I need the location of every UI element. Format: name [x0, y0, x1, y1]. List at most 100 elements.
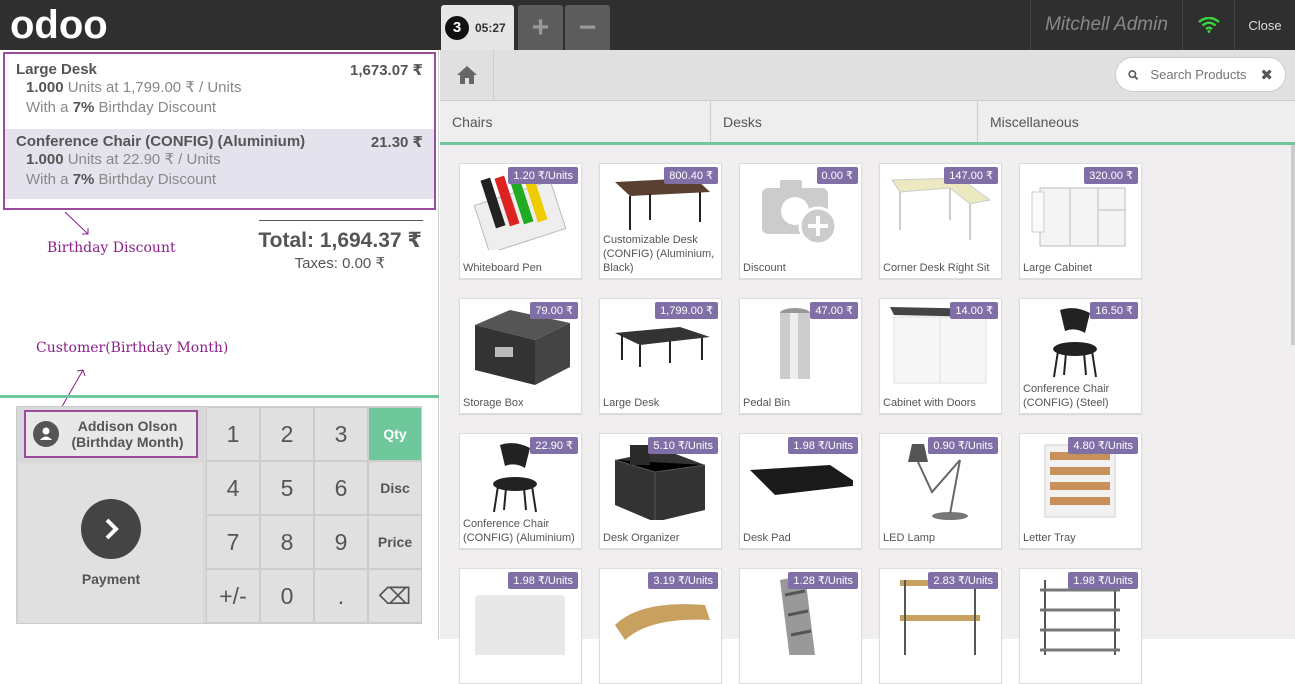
- product-card[interactable]: 1.20 ₹/Units Whiteboard Pen: [459, 163, 582, 279]
- product-name: Whiteboard Pen: [463, 262, 542, 274]
- product-pane: ✖ Chairs Desks Miscellaneous 1.20 ₹/Unit…: [440, 50, 1295, 684]
- product-price: 22.90 ₹: [530, 437, 578, 454]
- product-card[interactable]: 1.98 ₹/Units: [1019, 568, 1142, 684]
- product-name: Corner Desk Right Sit: [883, 262, 990, 274]
- product-name: Customizable Desk (CONFIG) (Aluminium, B…: [603, 234, 715, 274]
- category-chairs[interactable]: Chairs: [440, 101, 711, 143]
- backspace-icon[interactable]: ⌫: [368, 569, 422, 623]
- sign-toggle-button[interactable]: +/-: [206, 569, 260, 623]
- key-3[interactable]: 3: [314, 407, 368, 461]
- product-card[interactable]: 1.98 ₹/Units Desk Pad: [739, 433, 862, 549]
- product-name: LED Lamp: [883, 532, 935, 544]
- add-order-button[interactable]: +: [518, 5, 563, 50]
- customer-name: Addison Olson (Birthday Month): [71, 418, 184, 450]
- disc-mode-button[interactable]: Disc: [368, 461, 422, 515]
- product-price: 1.28 ₹/Units: [788, 572, 858, 589]
- product-card[interactable]: 1.28 ₹/Units: [739, 568, 862, 684]
- payment-button[interactable]: Payment: [19, 463, 203, 623]
- product-card[interactable]: 800.40 ₹ Customizable Desk (CONFIG) (Alu…: [599, 163, 722, 279]
- scrollbar[interactable]: [1291, 145, 1295, 345]
- product-card[interactable]: 4.80 ₹/Units Letter Tray: [1019, 433, 1142, 549]
- remove-order-button[interactable]: −: [565, 5, 610, 50]
- key-0[interactable]: 0: [260, 569, 314, 623]
- product-price: 1.20 ₹/Units: [508, 167, 578, 184]
- product-card[interactable]: 0.00 ₹ Discount: [739, 163, 862, 279]
- product-card[interactable]: 5.10 ₹/Units Desk Organizer: [599, 433, 722, 549]
- product-name: Pedal Bin: [743, 397, 791, 409]
- product-price: 3.19 ₹/Units: [648, 572, 718, 589]
- product-card[interactable]: 3.19 ₹/Units: [599, 568, 722, 684]
- odoo-logo: odoo: [10, 6, 108, 46]
- payment-label: Payment: [81, 571, 141, 587]
- key-6[interactable]: 6: [314, 461, 368, 515]
- product-price: 2.83 ₹/Units: [928, 572, 998, 589]
- search-box: ✖: [1115, 57, 1286, 92]
- product-price: 1.98 ₹/Units: [1068, 572, 1138, 589]
- close-button[interactable]: Close: [1234, 0, 1295, 50]
- product-price: 0.90 ₹/Units: [928, 437, 998, 454]
- order-pane: Large Desk 1,673.07 ₹ 1.000 Units at 1,7…: [0, 50, 439, 639]
- category-desks[interactable]: Desks: [711, 101, 978, 143]
- product-price: 320.00 ₹: [1084, 167, 1138, 184]
- key-1[interactable]: 1: [206, 407, 260, 461]
- key-8[interactable]: 8: [260, 515, 314, 569]
- section-divider: [0, 395, 439, 398]
- product-price: 1.98 ₹/Units: [508, 572, 578, 589]
- category-bar: Chairs Desks Miscellaneous: [440, 100, 1295, 143]
- product-name: Letter Tray: [1023, 532, 1076, 544]
- product-price: 0.00 ₹: [816, 167, 858, 184]
- annotation-arrow: [64, 211, 89, 235]
- user-icon: [33, 421, 59, 447]
- key-4[interactable]: 4: [206, 461, 260, 515]
- product-card[interactable]: 2.83 ₹/Units: [879, 568, 1002, 684]
- product-card[interactable]: 14.00 ₹ Cabinet with Doors: [879, 298, 1002, 414]
- order-taxes: Taxes: 0.00 ₹: [294, 255, 385, 272]
- key-9[interactable]: 9: [314, 515, 368, 569]
- customer-annotation: Customer(Birthday Month): [36, 340, 229, 356]
- search-icon: [1128, 69, 1139, 80]
- product-name: Large Cabinet: [1023, 262, 1093, 274]
- product-name: Desk Organizer: [603, 532, 680, 544]
- home-icon[interactable]: [440, 50, 494, 99]
- product-card[interactable]: 147.00 ₹ Corner Desk Right Sit: [879, 163, 1002, 279]
- product-price: 4.80 ₹/Units: [1068, 437, 1138, 454]
- product-name: Conference Chair (CONFIG) (Steel): [1023, 383, 1110, 409]
- customer-button[interactable]: Addison Olson (Birthday Month): [24, 410, 198, 458]
- order-tab[interactable]: 3 05:27: [441, 5, 514, 50]
- key-2[interactable]: 2: [260, 407, 314, 461]
- product-card[interactable]: 1,799.00 ₹ Large Desk: [599, 298, 722, 414]
- product-price: 79.00 ₹: [530, 302, 578, 319]
- search-input[interactable]: [1150, 67, 1261, 82]
- category-miscellaneous[interactable]: Miscellaneous: [978, 101, 1295, 143]
- product-price: 800.40 ₹: [664, 167, 718, 184]
- total-divider: [259, 220, 423, 221]
- clear-search-icon[interactable]: ✖: [1260, 66, 1273, 84]
- product-price: 16.50 ₹: [1090, 302, 1138, 319]
- product-price: 47.00 ₹: [810, 302, 858, 319]
- key-7[interactable]: 7: [206, 515, 260, 569]
- qty-mode-button[interactable]: Qty: [368, 407, 422, 461]
- order-number: 3: [445, 15, 469, 40]
- product-name: Discount: [743, 262, 786, 274]
- wifi-icon: [1182, 0, 1234, 50]
- birthday-discount-annotation: Birthday Discount: [47, 240, 176, 256]
- price-mode-button[interactable]: Price: [368, 515, 422, 569]
- product-card[interactable]: 16.50 ₹ Conference Chair (CONFIG) (Steel…: [1019, 298, 1142, 414]
- top-bar: odoo 3 05:27 + − Mitchell Admin Close: [0, 0, 1295, 50]
- product-card[interactable]: 0.90 ₹/Units LED Lamp: [879, 433, 1002, 549]
- product-price: 1,799.00 ₹: [655, 302, 718, 319]
- product-card[interactable]: 1.98 ₹/Units: [459, 568, 582, 684]
- numpad: 1 2 3 Qty 4 5 6 Disc 7 8 9 Price +/- 0 .…: [206, 407, 422, 624]
- order-total: Total: 1,694.37 ₹: [258, 229, 422, 252]
- user-name[interactable]: Mitchell Admin: [1030, 0, 1182, 50]
- product-card[interactable]: 79.00 ₹ Storage Box: [459, 298, 582, 414]
- product-card[interactable]: 47.00 ₹ Pedal Bin: [739, 298, 862, 414]
- product-price: 147.00 ₹: [944, 167, 998, 184]
- product-card[interactable]: 22.90 ₹ Conference Chair (CONFIG) (Alumi…: [459, 433, 582, 549]
- decimal-key[interactable]: .: [314, 569, 368, 623]
- chevron-right-icon: [81, 499, 141, 559]
- product-name: Large Desk: [603, 397, 660, 409]
- product-card[interactable]: 320.00 ₹ Large Cabinet: [1019, 163, 1142, 279]
- key-5[interactable]: 5: [260, 461, 314, 515]
- product-price: 14.00 ₹: [950, 302, 998, 319]
